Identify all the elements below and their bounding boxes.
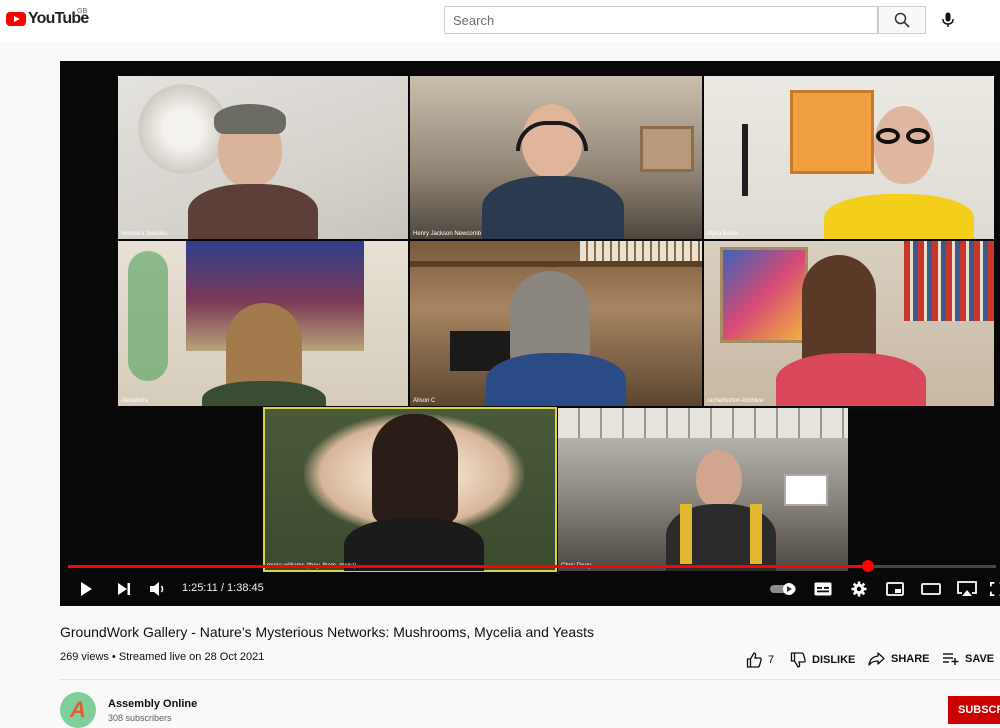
- jacket-stripe: [680, 504, 692, 564]
- glasses: [872, 128, 936, 144]
- miniplayer-icon: [886, 582, 904, 596]
- participant-tile-5: Alison C: [410, 241, 702, 406]
- video-title: GroundWork Gallery - Nature’s Mysterious…: [60, 624, 595, 640]
- thumbs-down-icon: [790, 652, 806, 668]
- autoplay-toggle[interactable]: [768, 577, 800, 601]
- scrubber-handle[interactable]: [862, 560, 874, 572]
- participant-tile-1: Veronica Sekules: [118, 76, 408, 239]
- subscribe-button[interactable]: SUBSCR: [948, 696, 1000, 724]
- fullscreen-icon: [990, 582, 1000, 596]
- share-label: SHARE: [891, 653, 930, 665]
- settings-button[interactable]: [846, 577, 872, 601]
- books: [904, 241, 994, 321]
- dislike-label: DISLIKE: [812, 654, 856, 666]
- save-button[interactable]: SAVE: [943, 652, 994, 666]
- share-button[interactable]: SHARE: [868, 652, 930, 666]
- person-head: [696, 450, 742, 508]
- wall-frame: [640, 126, 694, 172]
- person-body: [486, 353, 626, 406]
- avatar-letter: A: [70, 697, 86, 722]
- volume-icon: [150, 582, 164, 596]
- mute-button[interactable]: [146, 577, 170, 601]
- divider: [60, 679, 1000, 680]
- participant-tile-2: Henry Jackson Newcomb: [410, 76, 702, 239]
- person-head: [874, 106, 934, 184]
- airplay-icon: [957, 581, 977, 596]
- person-body: [344, 518, 484, 571]
- channel-avatar[interactable]: A: [60, 692, 96, 728]
- save-label: SAVE: [965, 653, 995, 665]
- theater-mode-button[interactable]: [918, 577, 944, 601]
- person-body: [188, 184, 318, 239]
- microphone-icon: [942, 12, 954, 27]
- participant-name: Alison C: [413, 398, 436, 404]
- participant-name: Henry Jackson Newcomb: [413, 231, 482, 237]
- share-icon: [868, 652, 885, 666]
- like-button[interactable]: 7: [746, 652, 774, 668]
- participant-tile-active-speaker: moira williams (they, them, moira): [263, 407, 557, 572]
- person-body: [776, 353, 926, 406]
- search-input[interactable]: [445, 7, 877, 33]
- progress-played: [68, 565, 868, 568]
- search-icon: [894, 12, 910, 28]
- youtube-play-icon: [6, 12, 26, 26]
- wall-painting: [790, 90, 874, 174]
- add-to-playlist-icon: [943, 653, 959, 665]
- play-icon: [81, 582, 92, 596]
- window: [784, 474, 828, 506]
- voice-search-button[interactable]: [934, 6, 962, 34]
- fullscreen-button[interactable]: [990, 577, 1000, 601]
- gear-icon: [851, 581, 867, 597]
- sculpture: [742, 124, 748, 196]
- person-body: [202, 381, 326, 406]
- theater-mode-icon: [921, 583, 941, 595]
- time-display: 1:25:11 / 1:38:45: [182, 582, 264, 594]
- bookshelf: [410, 261, 702, 267]
- subtitles-button[interactable]: [810, 577, 836, 601]
- person-hair: [226, 303, 302, 393]
- subtitles-icon: [814, 582, 832, 596]
- cast-button[interactable]: [954, 577, 980, 601]
- person-hair: [214, 104, 286, 134]
- play-button[interactable]: [74, 577, 98, 601]
- participant-name: Myka Baum: [707, 231, 739, 237]
- miniplayer-button[interactable]: [882, 577, 908, 601]
- plant-drawing: [128, 251, 168, 381]
- dislike-button[interactable]: DISLIKE: [790, 652, 855, 668]
- search-box[interactable]: [444, 6, 878, 34]
- thumbs-up-icon: [746, 652, 762, 668]
- country-code: GB: [77, 8, 88, 15]
- video-player[interactable]: Veronica Sekules Henry Jackson Newcomb M…: [60, 61, 1000, 606]
- video-meta: 269 views • Streamed live on 28 Oct 2021: [60, 651, 265, 663]
- search-button[interactable]: [878, 6, 926, 34]
- participant-tile-6: rachelhorton-kitchlew: [704, 241, 994, 406]
- person-body: [824, 194, 974, 239]
- skip-next-icon: [118, 583, 130, 595]
- participant-tile-8: Chris Drury: [558, 408, 848, 571]
- like-count: 7: [768, 654, 775, 666]
- participant-tile-3: Myka Baum: [704, 76, 994, 239]
- next-button[interactable]: [112, 577, 136, 601]
- autoplay-toggle-icon: [770, 583, 796, 595]
- participant-name: rachelhorton-kitchlew: [707, 398, 764, 404]
- subscribe-label: SUBSCR: [958, 704, 1000, 716]
- participant-tile-4: Alexandra: [118, 241, 408, 406]
- jacket-stripe: [750, 504, 762, 564]
- person-hair: [372, 414, 458, 524]
- channel-name[interactable]: Assembly Online: [108, 698, 197, 710]
- person-body: [482, 176, 624, 239]
- books: [580, 241, 702, 261]
- participant-name: Veronica Sekules: [121, 231, 168, 237]
- ceiling-beams: [558, 408, 848, 438]
- participant-name: Alexandra: [121, 398, 149, 404]
- wall-painting: [720, 247, 808, 343]
